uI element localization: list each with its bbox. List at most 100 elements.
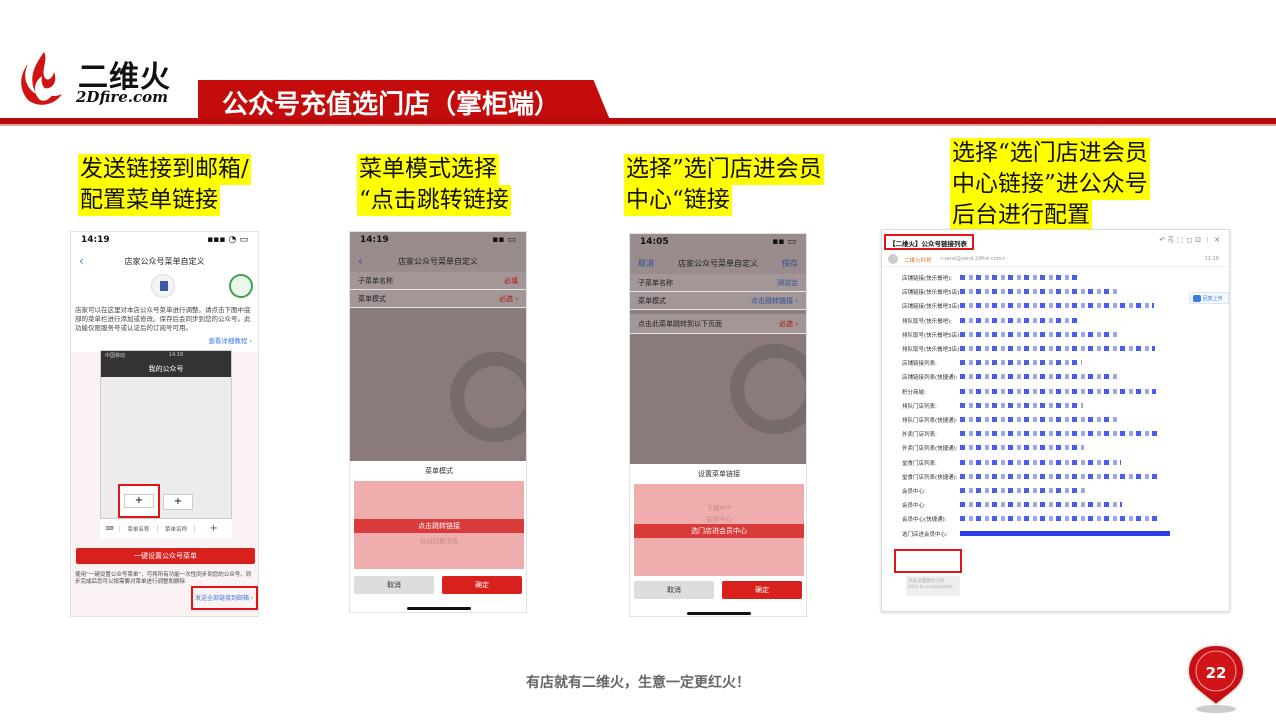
caption-3-line1: 选择”选门店进会员: [624, 154, 824, 185]
add-submenu-button[interactable]: +: [163, 494, 193, 510]
option-download-app[interactable]: 下载APP: [634, 502, 804, 512]
email-link-url[interactable]: [960, 417, 1120, 422]
description-text: 店家可以在这里对本店公众号菜单进行调整。请点击下图中底部的菜单栏进行添加或修改。…: [71, 302, 258, 337]
status-time: 14:19: [360, 235, 389, 245]
picker[interactable]: 下载APP 会员中心 选门店进会员中心: [634, 484, 804, 576]
email-link-label: 排队门店列表(快捷通):: [902, 418, 958, 424]
email-link-url[interactable]: [960, 346, 1155, 351]
row-submenu-name[interactable]: 子菜单名称 测试会: [630, 274, 806, 292]
confirm-button[interactable]: 确定: [722, 581, 802, 599]
status-icons: ▪▪ ▭: [492, 235, 516, 245]
home-indicator: [407, 607, 471, 610]
email-link-label: 店铺链接列表(快捷通):: [902, 375, 958, 382]
status-icons: ▪▪ ▭: [772, 237, 796, 247]
email-link-url[interactable]: [960, 488, 1085, 493]
email-toolbar-icons[interactable]: ↶⎘⬚◻⊡⋮✕: [1159, 236, 1223, 245]
email-link-label: 店铺链接(快乐餐吧3店):: [902, 304, 962, 311]
email-link-label: 积分商城:: [902, 389, 926, 396]
sync-menu-button[interactable]: 一键设置公众号菜单: [76, 548, 255, 564]
phone-screen-menu-config: 14:19 ▪▪▪ ◔ ▭ ‹ 店家公众号菜单自定义 店家可以在这里对本店公众号…: [70, 231, 259, 617]
email-link-url[interactable]: [960, 402, 1083, 408]
picker[interactable]: 点击跳转链接 自动回复消息: [354, 481, 524, 569]
nav-bar: ‹ 店家公众号菜单自定义: [71, 250, 258, 272]
caption-3-line2: 中心“链接: [624, 185, 732, 216]
status-bar: 14:19 ▪▪▪ ◔ ▭: [71, 232, 258, 250]
email-link-url[interactable]: [960, 317, 1081, 323]
footer-slogan: 有店就有二维火，生意一定更红火！: [526, 675, 750, 691]
cancel-link[interactable]: 取消: [638, 258, 654, 269]
menu-item-1[interactable]: 菜单名称: [120, 524, 158, 533]
email-link-label: 排队门店列表:: [902, 403, 937, 410]
confirm-button[interactable]: 确定: [442, 576, 522, 594]
menu-bar: ⌨ 菜单名称 菜单名称 +: [100, 518, 232, 538]
email-link-url[interactable]: [960, 303, 1154, 309]
email-link-label: 选门店进会员中心:: [902, 531, 948, 538]
email-link-url[interactable]: [960, 374, 1119, 380]
email-link-url[interactable]: [960, 502, 1122, 508]
email-link-url[interactable]: [960, 516, 1159, 522]
nav-title: 店家公众号菜单自定义: [124, 256, 205, 266]
email-link-url[interactable]: [960, 459, 1121, 465]
highlight-select-store-member-link: [894, 549, 962, 573]
add-menu-button[interactable]: +: [124, 494, 154, 508]
unsubscribe-button[interactable]: 点击设置图标订阅 click to unsubscribe: [906, 576, 960, 596]
add-menu-highlight[interactable]: +: [118, 484, 160, 518]
back-icon[interactable]: ‹: [358, 254, 363, 268]
caption-4: 选择“选门店进会员 中心链接”进公众号 后台进行配置: [950, 138, 1150, 231]
cancel-button[interactable]: 取消: [634, 581, 714, 599]
email-link-url[interactable]: [960, 530, 1170, 536]
menu-add-button[interactable]: +: [195, 523, 232, 534]
phone-screen-menu-link: 14:05 ▪▪ ▭ 取消 店家公众号菜单自定义 保存 子菜单名称 测试会 菜单…: [629, 233, 807, 617]
status-time: 14:19: [81, 235, 110, 245]
inner-status: 中国移动: [105, 353, 126, 359]
email-link-url[interactable]: [960, 431, 1157, 437]
keyboard-icon[interactable]: ⌨: [100, 525, 120, 532]
caption-4-line3: 后台进行配置: [950, 200, 1092, 231]
option-jump-link[interactable]: 点击跳转链接: [354, 519, 524, 533]
email-window: 【二维火】公众号链接列表 ↶⎘⬚◻⊡⋮✕ 二维火科技 <send@send.2d…: [881, 229, 1230, 612]
option-auto-reply[interactable]: 自动回复消息: [354, 535, 524, 545]
slide: 二维火 2Dfire.com 公众号充值选门店（掌柜端） 发送链接到邮箱/ 配置…: [0, 0, 1276, 720]
sheet-title: 菜单模式: [425, 467, 453, 475]
send-links-email-button[interactable]: 发送全部链接到邮箱 ›: [191, 586, 258, 610]
save-link[interactable]: 保存: [782, 258, 798, 269]
header-icons: [71, 272, 258, 302]
email-link-label: 会员中心:: [902, 489, 926, 495]
title-banner: 公众号充值选门店（掌柜端）: [198, 80, 610, 120]
row-menu-mode[interactable]: 菜单模式 必选 ›: [350, 290, 526, 308]
nav-title: 店家公众号菜单自定义: [398, 256, 478, 266]
slide-title: 公众号充值选门店（掌柜端）: [222, 90, 561, 120]
option-member-center[interactable]: 会员中心: [634, 513, 804, 523]
caption-3: 选择”选门店进会员 中心“链接: [624, 154, 824, 216]
action-sheet: 设置菜单链接 下载APP 会员中心 选门店进会员中心 取消 确定: [630, 464, 806, 616]
menu-item-2[interactable]: 菜单名称: [158, 524, 196, 533]
side-reply-button[interactable]: 回复上传: [1189, 292, 1229, 304]
option-select-store-member[interactable]: 选门店进会员中心: [634, 524, 804, 538]
flame-logo-icon: [21, 52, 62, 105]
cancel-button[interactable]: 取消: [354, 576, 434, 594]
email-link-url[interactable]: [960, 360, 1082, 366]
row-jump-page[interactable]: 点击此菜单跳转到以下页面 必选 ›: [630, 314, 806, 334]
back-icon[interactable]: ‹: [79, 254, 84, 268]
email-link-url[interactable]: [960, 275, 1080, 280]
email-link-url[interactable]: [960, 289, 1117, 295]
email-link-url[interactable]: [960, 331, 1118, 337]
title-rule-shadow: [0, 124, 1276, 126]
row-submenu-name[interactable]: 子菜单名称 必填: [350, 272, 526, 290]
phone-screen-menu-mode: 14:19 ▪▪ ▭ ‹ 店家公众号菜单自定义 子菜单名称 必填 菜单模式 必选…: [349, 231, 527, 613]
email-link-label: 会员中心(快捷通):: [902, 517, 947, 524]
email-link-url[interactable]: [960, 388, 1156, 394]
status-bar: 14:05 ▪▪ ▭: [630, 234, 806, 252]
caption-1: 发送链接到邮箱/ 配置菜单链接: [78, 154, 251, 216]
home-indicator: [687, 612, 751, 615]
email-link-url[interactable]: [960, 473, 1158, 479]
email-link-label: 堂食门店列表:: [902, 460, 937, 467]
status-bar: 14:19 ▪▪ ▭: [350, 232, 526, 250]
caption-4-line1: 选择“选门店进会员: [950, 138, 1150, 169]
email-link-label: 店铺链接(快乐餐吧5店):: [902, 290, 962, 297]
email-link-url[interactable]: [960, 445, 1084, 451]
verified-badge-icon: [229, 274, 253, 298]
row-menu-mode[interactable]: 菜单模式 点击跳转链接 ›: [630, 292, 806, 310]
sender-name: 二维火科技: [904, 258, 932, 264]
status-time: 14:05: [640, 237, 669, 247]
